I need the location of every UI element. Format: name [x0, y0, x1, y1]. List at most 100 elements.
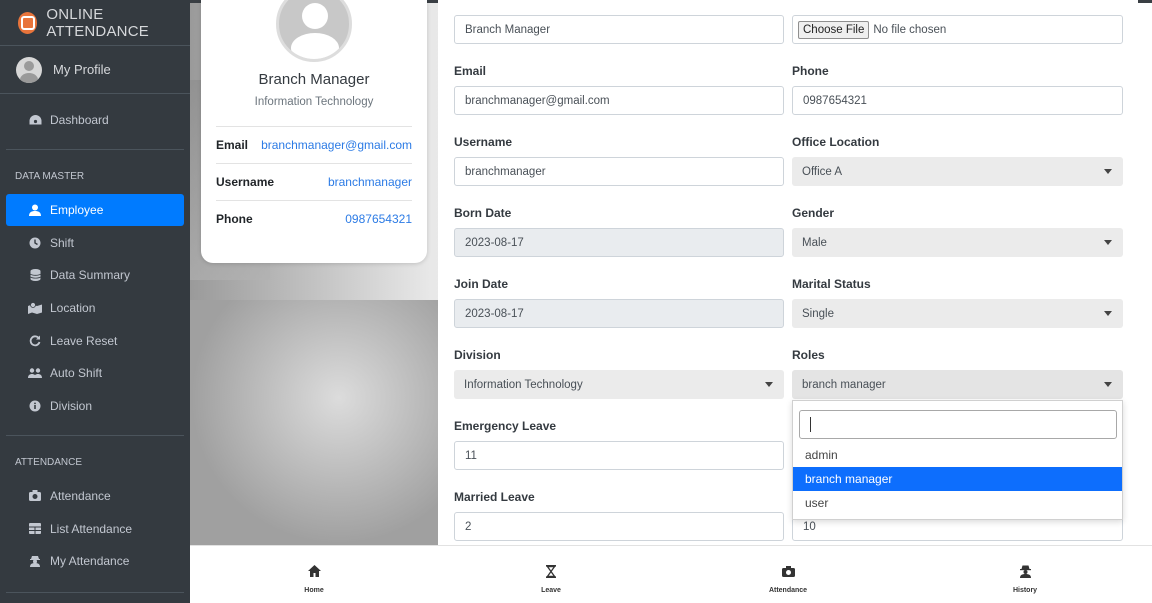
profile-card-row-email: Email branchmanager@gmail.com — [216, 126, 412, 163]
profile-card-row-phone: Phone 0987654321 — [216, 200, 412, 237]
bottom-nav: Home Leave Attendance History — [190, 545, 1152, 603]
sidebar-profile[interactable]: My Profile — [0, 46, 190, 94]
select-value: Male — [802, 236, 827, 249]
select-value: Office A — [802, 165, 843, 178]
bottom-nav-attendance[interactable]: Attendance — [728, 546, 848, 603]
info-circle-icon — [28, 400, 42, 412]
sidebar-item-list-attendance[interactable]: List Attendance — [6, 512, 184, 545]
camera-icon — [28, 490, 42, 502]
office-location-label: Office Location — [792, 135, 880, 149]
profile-card-value[interactable]: 0987654321 — [345, 212, 412, 226]
sidebar-item-label: Dashboard — [50, 113, 109, 128]
table-icon — [28, 523, 42, 535]
profile-card-key: Username — [216, 175, 275, 189]
join-date-label: Join Date — [454, 277, 509, 291]
username-label: Username — [454, 135, 513, 149]
avatar — [16, 56, 42, 83]
sidebar-item-label: Attendance — [50, 488, 111, 503]
sidebar-item-label: Shift — [50, 235, 75, 250]
user-icon — [28, 204, 42, 217]
bottom-nav-label: History — [1012, 587, 1038, 594]
sidebar-item-employee[interactable]: Employee — [6, 193, 184, 227]
sidebar-item-label: Data Summary — [50, 268, 131, 283]
gender-label: Gender — [792, 206, 835, 220]
sidebar-item-location[interactable]: Location — [6, 292, 184, 325]
sidebar-item-attendance[interactable]: Attendance — [6, 480, 184, 513]
email-label: Email — [454, 64, 487, 78]
select-value: branch manager — [802, 378, 886, 391]
bottom-nav-label: Leave — [541, 587, 561, 594]
caret-down-icon — [1104, 382, 1112, 387]
email-field[interactable]: branchmanager@gmail.com — [454, 86, 784, 115]
map-marker-icon — [28, 302, 42, 315]
caret-down-icon — [1104, 169, 1112, 174]
roles-search-input[interactable] — [799, 410, 1117, 439]
brand-logo-icon — [18, 11, 38, 34]
roles-option-user[interactable]: user — [793, 491, 1122, 515]
emergency-leave-label: Emergency Leave — [454, 419, 557, 433]
sidebar-item-division[interactable]: Division — [6, 390, 184, 423]
nav-header-data-master: DATA MASTER — [15, 171, 85, 183]
profile-card-key: Phone — [216, 212, 253, 226]
division-label: Division — [454, 348, 501, 362]
choose-file-button[interactable]: Choose File — [798, 20, 870, 39]
nav-header-attendance: ATTENDANCE — [15, 457, 83, 468]
refresh-icon — [28, 335, 42, 347]
roles-label: Roles — [792, 348, 825, 362]
full-name-field[interactable]: Branch Manager — [454, 15, 784, 44]
divider — [6, 591, 184, 593]
dashboard-icon — [28, 114, 42, 126]
born-date-label: Born Date — [454, 206, 512, 220]
roles-dropdown: admin branch manager user — [792, 400, 1123, 520]
profile-card-row-username: Username branchmanager — [216, 163, 412, 200]
sidebar-item-label: Employee — [50, 203, 104, 218]
sidebar-item-shift[interactable]: Shift — [6, 226, 184, 259]
marital-status-label: Marital Status — [792, 277, 871, 291]
caret-down-icon — [765, 382, 773, 387]
marital-status-select[interactable]: Single — [792, 299, 1123, 328]
clock-icon — [28, 237, 42, 249]
married-leave-field[interactable]: 2 — [454, 512, 784, 541]
join-date-field[interactable]: 2023-08-17 — [454, 299, 784, 328]
sidebar-item-dashboard[interactable]: Dashboard — [6, 104, 184, 137]
roles-option-admin[interactable]: admin — [793, 443, 1122, 467]
sidebar-item-leave-reset[interactable]: Leave Reset — [6, 324, 184, 357]
profile-card-value[interactable]: branchmanager — [328, 175, 412, 189]
username-field[interactable]: branchmanager — [454, 157, 784, 186]
sidebar-item-auto-shift[interactable]: Auto Shift — [6, 357, 184, 390]
profile-card-name: Branch Manager — [258, 71, 370, 88]
phone-label: Phone — [792, 64, 829, 78]
born-date-field[interactable]: 2023-08-17 — [454, 228, 784, 257]
file-status: No file chosen — [873, 23, 947, 36]
sidebar-profile-label: My Profile — [53, 62, 111, 77]
bottom-nav-home[interactable]: Home — [254, 546, 374, 603]
sidebar-item-my-attendance[interactable]: My Attendance — [6, 545, 184, 578]
photo-file-input[interactable]: Choose File No file chosen — [792, 15, 1123, 44]
office-location-select[interactable]: Office A — [792, 157, 1123, 186]
phone-field[interactable]: 0987654321 — [792, 86, 1123, 115]
bottom-nav-history[interactable]: History — [965, 546, 1085, 603]
sidebar-item-label: List Attendance — [50, 521, 133, 536]
sidebar-item-label: Location — [50, 301, 96, 316]
background-blur — [190, 300, 438, 545]
roles-option-branch-manager[interactable]: branch manager — [793, 467, 1122, 491]
bottom-nav-leave[interactable]: Leave — [491, 546, 611, 603]
user-secret-icon — [965, 564, 1085, 578]
bottom-nav-label: Attendance — [768, 587, 808, 594]
brand-text: ONLINE ATTENDANCE — [46, 5, 149, 40]
home-icon — [254, 564, 374, 578]
sidebar-item-label: Leave Reset — [50, 333, 118, 348]
avatar — [276, 0, 352, 62]
hourglass-icon — [491, 564, 611, 578]
emergency-leave-field[interactable]: 11 — [454, 441, 784, 470]
sidebar: ONLINE ATTENDANCE My Profile Dashboard D… — [0, 0, 190, 603]
division-select[interactable]: Information Technology — [454, 370, 784, 399]
roles-select[interactable]: branch manager — [792, 370, 1123, 399]
gender-select[interactable]: Male — [792, 228, 1123, 257]
brand[interactable]: ONLINE ATTENDANCE — [0, 0, 190, 46]
bottom-nav-label: Home — [304, 587, 324, 594]
database-icon — [28, 269, 42, 282]
sidebar-item-data-summary[interactable]: Data Summary — [6, 259, 184, 292]
sidebar-item-label: Division — [50, 399, 93, 414]
profile-card-value[interactable]: branchmanager@gmail.com — [261, 138, 412, 152]
